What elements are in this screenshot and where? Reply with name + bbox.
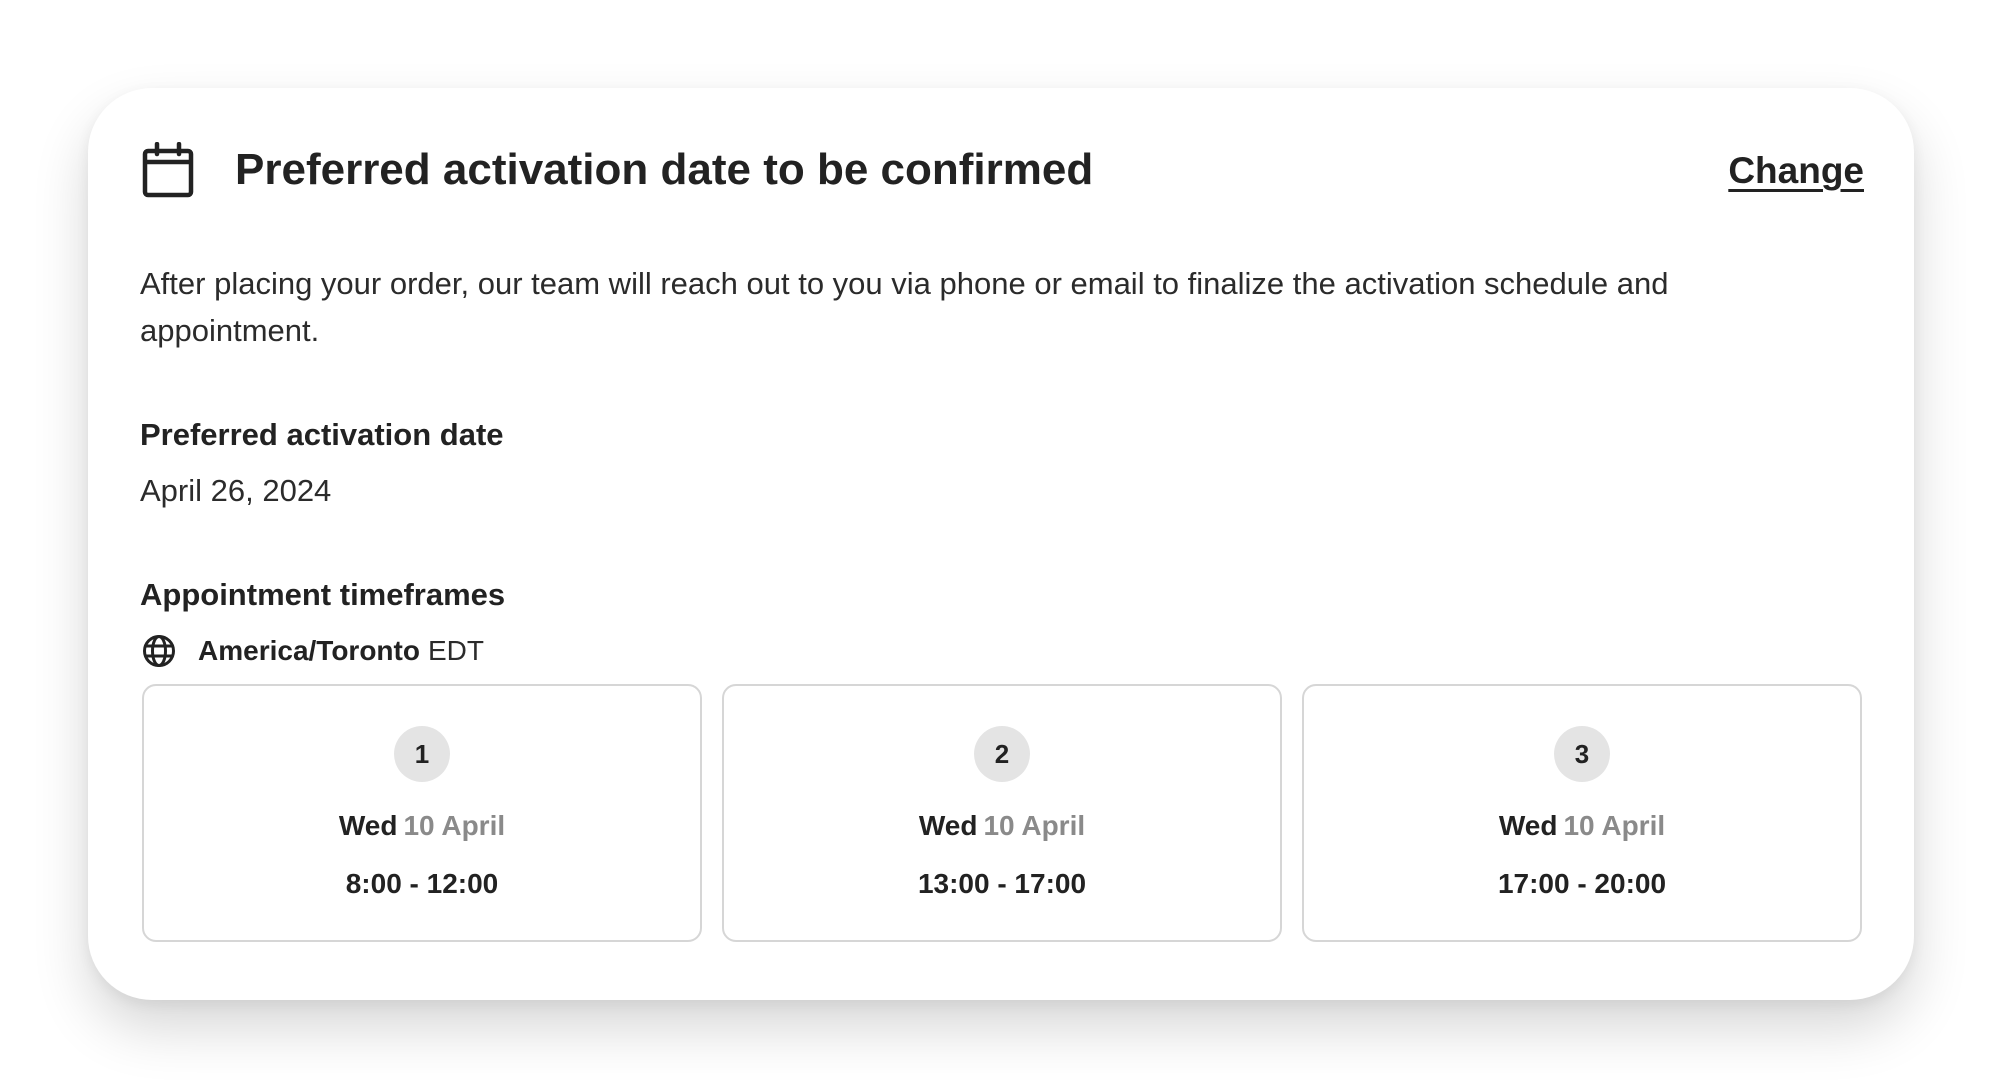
preferred-date-value: April 26, 2024 — [140, 473, 332, 508]
timezone-row: America/Toronto EDT — [140, 631, 484, 671]
slot-date: Wed 10 April — [724, 808, 1280, 844]
activation-card: Preferred activation date to be confirme… — [88, 88, 1914, 1000]
appointment-timeframes-label: Appointment timeframes — [140, 577, 506, 612]
card-title: Preferred activation date to be confirme… — [235, 145, 1094, 194]
slot-weekday: Wed — [338, 810, 398, 841]
slot-day-month: 10 April — [403, 810, 506, 841]
change-link[interactable]: Change — [1728, 146, 1864, 196]
slot-day-month: 10 April — [1563, 810, 1666, 841]
timezone-name: America/Toronto — [198, 635, 420, 666]
preferred-date-label: Preferred activation date — [140, 417, 504, 452]
slot-time-range: 17:00 - 20:00 — [1497, 868, 1667, 899]
calendar-icon — [142, 142, 194, 198]
slot-weekday: Wed — [918, 810, 978, 841]
slot-day-month: 10 April — [983, 810, 1086, 841]
slot-weekday: Wed — [1498, 810, 1558, 841]
slot-date: Wed 10 April — [1304, 808, 1860, 844]
timeframe-slot-1[interactable]: 1 Wed 10 April 8:00 - 12:00 — [142, 684, 702, 942]
slot-number-badge: 1 — [394, 726, 450, 782]
slot-number-badge: 2 — [974, 726, 1030, 782]
timeframe-slot-2[interactable]: 2 Wed 10 April 13:00 - 17:00 — [722, 684, 1282, 942]
timezone-abbreviation: EDT — [427, 635, 484, 666]
slot-time-range: 13:00 - 17:00 — [917, 868, 1087, 899]
timeframe-slots: 1 Wed 10 April 8:00 - 12:00 2 Wed 10 April… — [142, 684, 1862, 942]
card-description: After placing your order, our team will … — [140, 266, 1669, 348]
globe-icon — [143, 635, 175, 667]
timeframe-slot-3[interactable]: 3 Wed 10 April 17:00 - 20:00 — [1302, 684, 1862, 942]
slot-number-badge: 3 — [1554, 726, 1610, 782]
slot-date: Wed 10 April — [144, 808, 700, 844]
slot-time-range: 8:00 - 12:00 — [345, 868, 499, 899]
